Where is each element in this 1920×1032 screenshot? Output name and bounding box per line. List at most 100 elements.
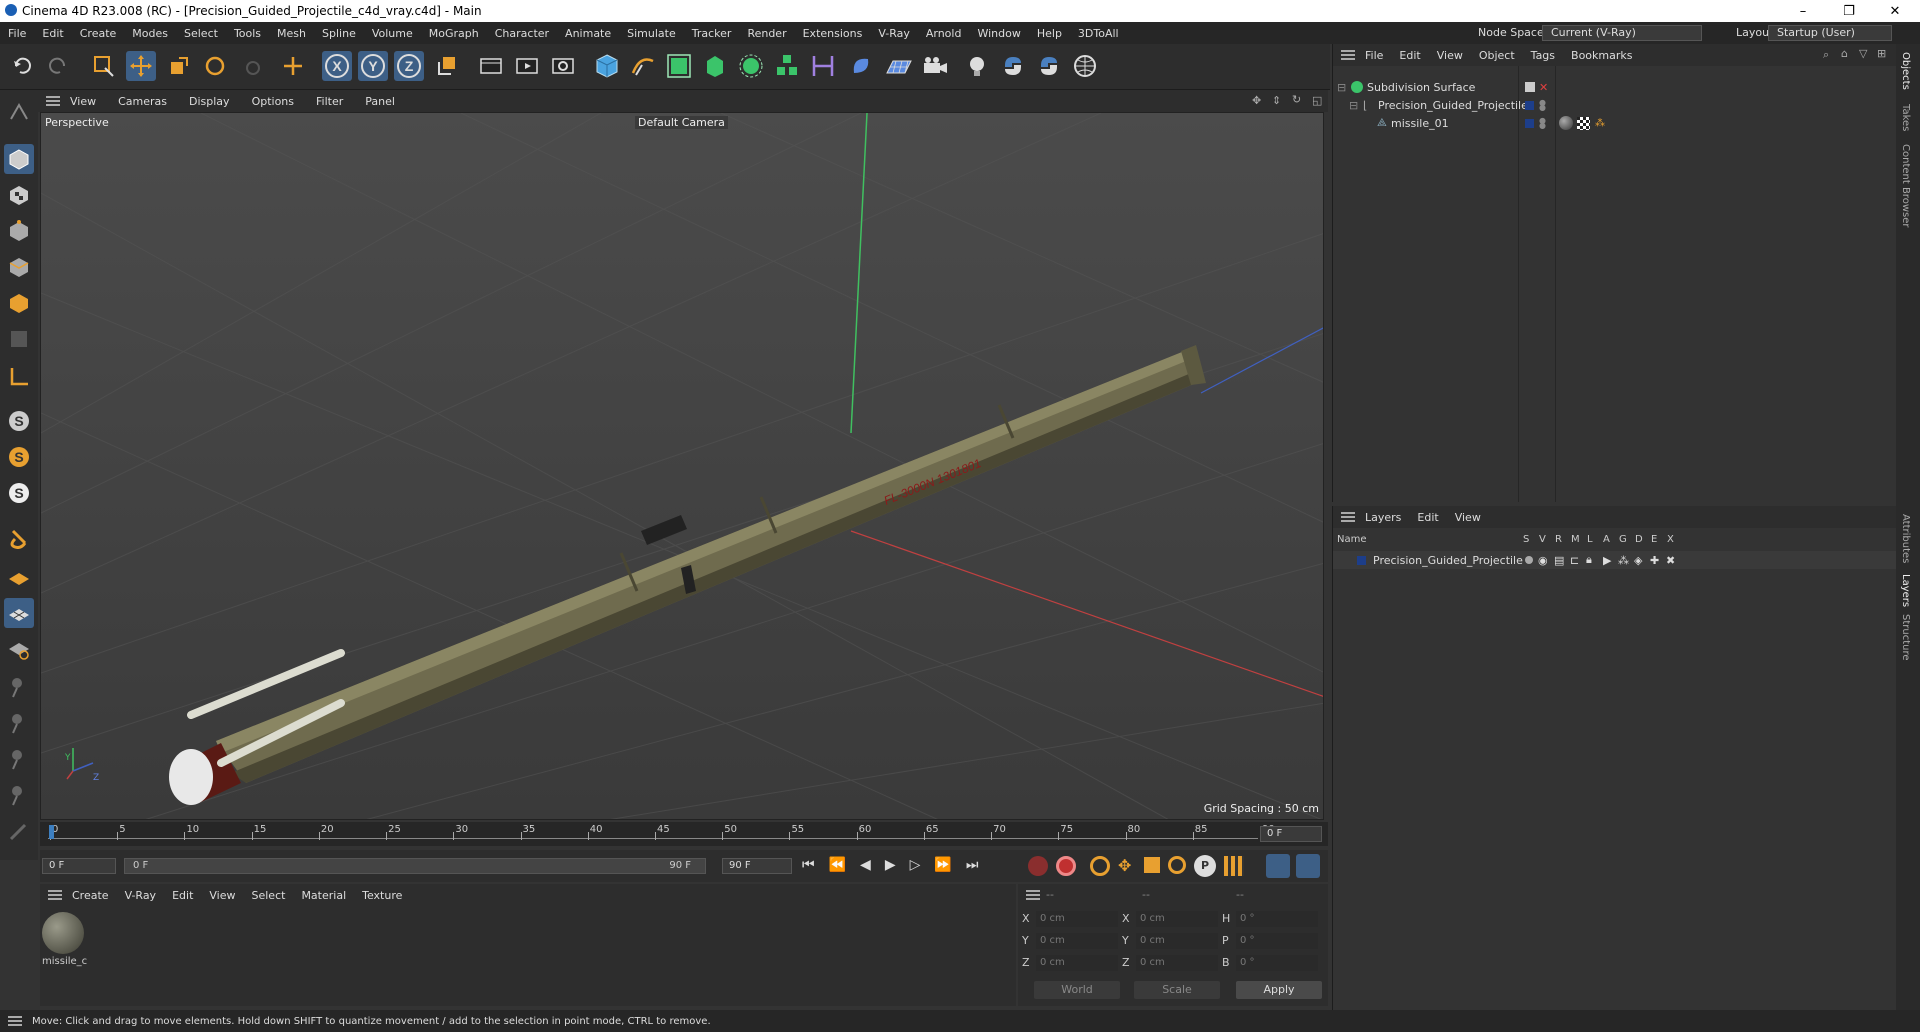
rotate-tool-icon[interactable] [200, 51, 230, 81]
material-menu-edit[interactable]: Edit [172, 889, 193, 902]
brush-tool-icon[interactable] [4, 708, 34, 738]
tab-content-browser[interactable]: Content Browser [1900, 144, 1911, 227]
deformers-icon[interactable]: ◈ [1634, 554, 1642, 567]
measure-tool-icon[interactable] [808, 51, 838, 81]
go-to-end-icon[interactable]: ⏭ [966, 857, 979, 873]
axis-mode-icon[interactable] [4, 362, 34, 392]
object-menu-object[interactable]: Object [1479, 49, 1515, 62]
workplane-icon[interactable] [4, 562, 34, 592]
record-keys-icon[interactable] [1028, 856, 1048, 876]
object-menu-icon[interactable] [1341, 50, 1355, 60]
object-menu-file[interactable]: File [1365, 49, 1383, 62]
viewport-menu-display[interactable]: Display [189, 95, 230, 108]
disabled-x-icon[interactable]: ✕ [1539, 81, 1548, 94]
filter-icon[interactable]: ▽ [1859, 47, 1867, 60]
grid-plane-icon[interactable] [4, 598, 34, 628]
uvw-tag-icon[interactable] [1577, 116, 1590, 130]
visibility-dots-icon[interactable]: ● ● [1539, 117, 1546, 130]
menu-window[interactable]: Window [969, 27, 1028, 40]
python-plugin-icon[interactable] [1034, 51, 1064, 81]
motion-path-icon[interactable] [1266, 854, 1290, 878]
layer-menu-edit[interactable]: Edit [1417, 511, 1438, 524]
search-icon[interactable]: ⌕ [1823, 48, 1829, 62]
menu-animate[interactable]: Animate [557, 27, 619, 40]
y-axis-lock-icon[interactable]: Y [358, 51, 388, 81]
texture-mode-icon[interactable] [4, 180, 34, 210]
menu-edit[interactable]: Edit [34, 27, 71, 40]
tab-objects[interactable]: Objects [1900, 52, 1911, 90]
timeline-window-icon[interactable] [1296, 854, 1320, 878]
viewport-maximize-icon[interactable]: ◱ [1312, 94, 1322, 107]
magnet-tool-icon[interactable] [4, 522, 34, 552]
collapse-icon[interactable]: ⊟ [1349, 99, 1358, 112]
x-axis-lock-icon[interactable]: X [322, 51, 352, 81]
keyframe-selection-icon[interactable] [1090, 856, 1110, 876]
uv-mode-icon[interactable] [4, 324, 34, 354]
new-window-icon[interactable]: ⊞ [1877, 47, 1886, 60]
pen-spline-icon[interactable] [628, 51, 658, 81]
start-frame-field[interactable]: 0 F [42, 858, 116, 874]
menu-tracker[interactable]: Tracker [684, 27, 740, 40]
smooth-tool-icon[interactable] [4, 780, 34, 810]
redo-icon[interactable] [42, 51, 72, 81]
previous-frame-icon[interactable]: ◀ [860, 857, 871, 873]
key-parameter-icon[interactable]: P [1194, 855, 1216, 877]
layer-row[interactable]: Precision_Guided_Projectile ◉ ▤ ⊏ 🔒︎ ▶ ⁂… [1333, 551, 1897, 569]
menu-vray[interactable]: V-Ray [870, 27, 918, 40]
live-selection-icon[interactable] [88, 51, 118, 81]
lock-icon[interactable]: 🔒︎ [1586, 553, 1592, 567]
rotation-b-field[interactable]: 0 ° [1236, 955, 1318, 971]
edges-mode-icon[interactable] [4, 252, 34, 282]
z-axis-lock-icon[interactable]: Z [394, 51, 424, 81]
render-picture-viewer-icon[interactable] [512, 51, 542, 81]
position-z-field[interactable]: 0 cm [1036, 955, 1118, 971]
cloner-icon[interactable] [736, 51, 766, 81]
collapse-icon[interactable]: ⊟ [1337, 81, 1346, 94]
render-view-icon[interactable] [476, 51, 506, 81]
knife-tool-icon[interactable] [4, 816, 34, 846]
python-script-icon[interactable] [998, 51, 1028, 81]
make-editable-icon[interactable] [4, 96, 34, 126]
camera-label[interactable]: Default Camera [635, 116, 728, 129]
viewport-menu-filter[interactable]: Filter [316, 95, 343, 108]
key-rotation-icon[interactable] [1168, 856, 1186, 874]
globe-web-icon[interactable] [1070, 51, 1100, 81]
material-menu-icon[interactable] [48, 890, 62, 900]
xref-icon[interactable]: ✖ [1666, 554, 1675, 567]
floor-object-icon[interactable] [884, 51, 914, 81]
scale-tool-icon[interactable] [164, 51, 194, 81]
viewport-menu-icon[interactable] [46, 96, 60, 106]
material-tag-icon[interactable] [1559, 116, 1573, 130]
layer-menu-layers[interactable]: Layers [1365, 511, 1401, 524]
viewport[interactable]: FL-3000N 1301801 Perspective Default Cam… [40, 112, 1324, 820]
light-object-icon[interactable] [962, 51, 992, 81]
node-space-select[interactable]: Current (V-Ray) [1542, 25, 1702, 41]
sculpt-tool-icon[interactable] [4, 744, 34, 774]
camera-object-icon[interactable] [920, 51, 950, 81]
coordinate-mode-select[interactable]: World [1034, 981, 1120, 999]
menu-volume[interactable]: Volume [364, 27, 421, 40]
subdivision-generator-icon[interactable] [664, 51, 694, 81]
menu-mesh[interactable]: Mesh [269, 27, 314, 40]
snap-icon[interactable]: S [4, 406, 34, 436]
move-tool-icon[interactable] [126, 51, 156, 81]
material-menu-texture[interactable]: Texture [362, 889, 402, 902]
mograph-cloner-icon[interactable] [772, 51, 802, 81]
maximize-button[interactable]: ❐ [1826, 0, 1872, 22]
size-y-field[interactable]: 0 cm [1136, 933, 1218, 949]
object-menu-bookmarks[interactable]: Bookmarks [1571, 49, 1632, 62]
coordinate-system-icon[interactable] [432, 51, 462, 81]
layer-menu-icon[interactable] [1341, 512, 1355, 522]
viewport-menu-view[interactable]: View [70, 95, 96, 108]
menu-help[interactable]: Help [1029, 27, 1070, 40]
solo-icon[interactable] [1525, 556, 1533, 564]
menu-modes[interactable]: Modes [124, 27, 176, 40]
material-menu-create[interactable]: Create [72, 889, 109, 902]
key-position-icon[interactable]: ✥ [1118, 856, 1131, 875]
tab-layers[interactable]: Layers [1900, 574, 1911, 607]
model-mode-icon[interactable] [4, 144, 34, 174]
expressions-icon[interactable]: ✚ [1650, 554, 1659, 567]
timeline-ruler[interactable]: 051015202530354045505560657075808590 0 F [40, 822, 1328, 846]
extrude-generator-icon[interactable] [700, 51, 730, 81]
rotation-h-field[interactable]: 0 ° [1236, 911, 1318, 927]
